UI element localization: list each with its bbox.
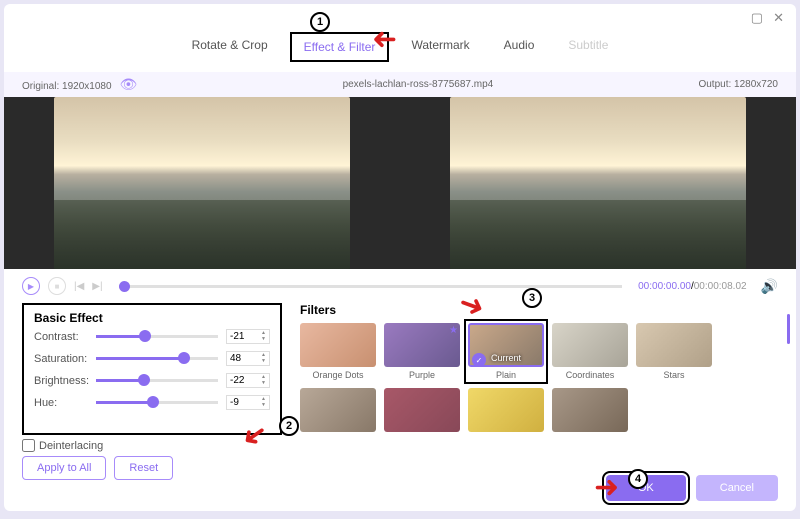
filter-name: Coordinates [552,370,628,380]
filter-Coordinates[interactable]: Coordinates [552,323,628,380]
arrow-4: ➜ [594,470,619,505]
basic-effect-panel: Basic Effect Contrast: -21▲▼Saturation: … [22,303,282,435]
eye-icon[interactable]: 👁 [120,76,138,92]
tab-rotate-crop[interactable]: Rotate & Crop [180,32,280,62]
time-current: 00:00:00.00 [638,281,691,292]
value-input[interactable]: -21▲▼ [226,329,270,344]
callout-2: 2 [279,416,299,436]
filter-name: Stars [636,370,712,380]
filter-Purple[interactable]: ★ Purple [384,323,460,380]
filter-item-6[interactable] [384,388,460,435]
time-duration: 00:00:08.02 [694,281,747,292]
output-resolution: Output: 1280x720 [698,79,778,90]
stop-button[interactable]: ■ [48,277,66,295]
callout-3: 3 [522,288,542,308]
filter-name: Orange Dots [300,370,376,380]
tab-watermark[interactable]: Watermark [399,32,481,62]
original-resolution: Original: 1920x1080 [22,81,112,92]
filter-Plain[interactable]: Current✓Plain [468,323,544,380]
filename: pexels-lachlan-ross-8775687.mp4 [343,79,494,90]
callout-1: 1 [310,12,330,32]
value-input[interactable]: 48▲▼ [226,351,270,366]
tab-audio[interactable]: Audio [492,32,547,62]
next-frame-button[interactable]: ▶| [92,281,102,292]
preview-area [4,97,796,269]
value-input[interactable]: -22▲▼ [226,373,270,388]
slider-hue[interactable] [96,401,218,404]
slider-label: Saturation: [34,353,96,365]
filter-Orange Dots[interactable]: Orange Dots [300,323,376,380]
arrow-1: ➜ [372,22,397,57]
prev-frame-button[interactable]: |◀ [74,281,84,292]
tab-subtitle: Subtitle [556,32,620,62]
reset-button[interactable]: Reset [114,456,173,480]
deinterlacing-checkbox[interactable]: Deinterlacing [22,439,778,452]
slider-label: Contrast: [34,331,96,343]
preview-original [54,97,350,269]
apply-all-button[interactable]: Apply to All [22,456,106,480]
play-button[interactable]: ▶ [22,277,40,295]
filter-item-5[interactable] [300,388,376,435]
cancel-button[interactable]: Cancel [696,475,778,501]
slider-brightness[interactable] [96,379,218,382]
basic-effect-title: Basic Effect [34,311,270,325]
progress-bar[interactable] [119,285,623,288]
filter-Stars[interactable]: Stars [636,323,712,380]
filter-item-8[interactable] [552,388,628,435]
preview-output [450,97,746,269]
filter-name: Purple [384,370,460,380]
slider-label: Hue: [34,397,96,409]
value-input[interactable]: -9▲▼ [226,395,270,410]
filters-scrollbar[interactable] [787,314,790,344]
filter-item-7[interactable] [468,388,544,435]
maximize-icon[interactable]: ▢ [751,10,763,26]
filter-name: Plain [468,370,544,380]
volume-icon[interactable]: 🔊 [761,278,778,295]
slider-contrast[interactable] [96,335,218,338]
close-icon[interactable]: ✕ [773,10,784,26]
star-icon: ★ [449,325,458,336]
slider-saturation[interactable] [96,357,218,360]
slider-label: Brightness: [34,375,96,387]
callout-4: 4 [628,469,648,489]
check-icon: ✓ [472,353,486,367]
